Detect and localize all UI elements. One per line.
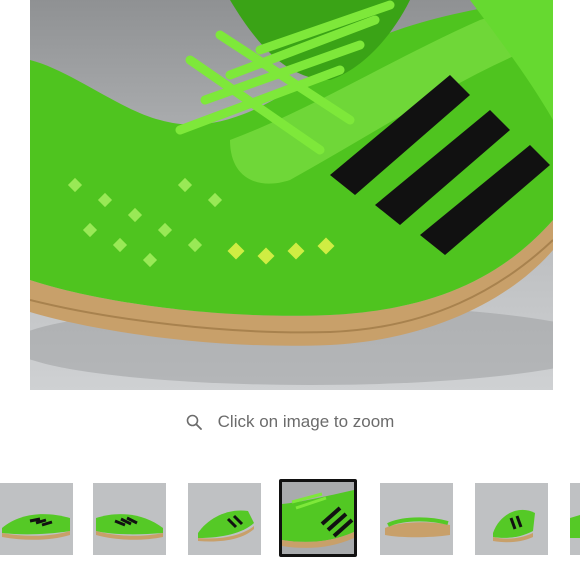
thumbnail-side-right[interactable] — [93, 483, 166, 555]
search-icon — [186, 414, 202, 430]
thumbnail-partial[interactable] — [570, 483, 580, 555]
thumbnail-closeup-laces[interactable] — [279, 479, 357, 557]
thumbnail-heel-angle[interactable] — [475, 483, 548, 555]
thumbnail-front-angle[interactable] — [188, 483, 261, 555]
zoom-hint[interactable]: Click on image to zoom — [0, 412, 580, 432]
product-main-image[interactable] — [30, 0, 553, 390]
zoom-hint-text: Click on image to zoom — [217, 412, 395, 431]
shoe-illustration — [30, 0, 553, 385]
thumbnail-sole-bottom[interactable] — [380, 483, 453, 555]
thumbnail-side-left[interactable] — [0, 483, 73, 555]
thumbnail-strip — [0, 479, 580, 563]
